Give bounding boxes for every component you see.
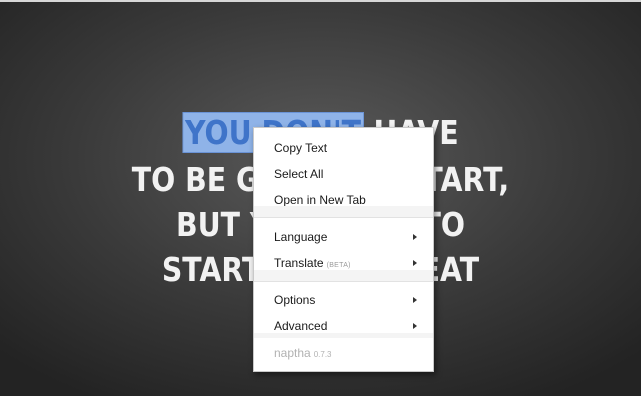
- submenu-arrow-icon: [413, 234, 417, 240]
- context-menu: Copy Text Select All Open in New Tab Lan…: [253, 127, 434, 372]
- extension-name: naptha: [274, 346, 311, 360]
- menu-item-select-all[interactable]: Select All: [254, 162, 433, 186]
- menu-item-label: Language: [274, 230, 328, 244]
- menu-item-label: Open in New Tab: [274, 193, 366, 207]
- menu-item-label: Select All: [274, 167, 324, 181]
- menu-item-label: Copy Text: [274, 141, 328, 155]
- menu-separator: [254, 333, 433, 338]
- menu-item-label: Advanced: [274, 319, 328, 333]
- menu-item-copy-text[interactable]: Copy Text: [254, 136, 433, 160]
- menu-separator-line: [254, 217, 433, 218]
- beta-badge: (BETA): [326, 262, 351, 269]
- submenu-arrow-icon: [413, 297, 417, 303]
- menu-item-language[interactable]: Language: [254, 225, 433, 249]
- submenu-arrow-icon: [413, 260, 417, 266]
- extension-version: 0.7.3: [313, 350, 332, 359]
- submenu-arrow-icon: [413, 323, 417, 329]
- menu-footer-naptha: naptha 0.7.3: [254, 341, 433, 365]
- menu-item-options[interactable]: Options: [254, 288, 433, 312]
- menu-separator-line: [254, 281, 433, 282]
- menu-item-label: Options: [274, 293, 316, 307]
- menu-item-label: Translate: [274, 256, 324, 270]
- top-border: [0, 0, 641, 2]
